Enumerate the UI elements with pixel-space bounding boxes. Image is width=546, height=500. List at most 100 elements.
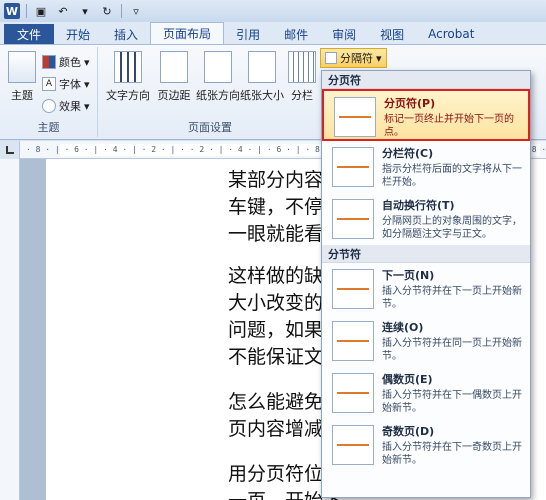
quick-access-toolbar: W ▣ ↶ ▾ ↻ ▿ <box>0 0 546 22</box>
effects-icon <box>42 99 56 113</box>
menu-item-page-break[interactable]: 分页符(P) 标记一页终止并开始下一页的点。 <box>322 89 530 141</box>
theme-colors-button[interactable]: 颜色 ▾ <box>42 53 90 71</box>
margins-button[interactable]: 页边距 <box>154 51 194 103</box>
theme-colors-label: 颜色 <box>59 56 81 69</box>
tab-mailings[interactable]: 邮件 <box>272 24 320 44</box>
margins-label: 页边距 <box>157 89 191 102</box>
breaks-button[interactable]: 分隔符 ▾ <box>320 48 387 68</box>
odd-page-break-icon <box>332 425 374 465</box>
menu-item-desc: 指示分栏符后面的文字将从下一栏开始。 <box>382 164 522 188</box>
menu-item-title: 分栏符(C) <box>382 147 434 160</box>
tab-view[interactable]: 视图 <box>368 24 416 44</box>
document-line: 怎么能避免 <box>228 391 324 413</box>
menu-item-title: 自动换行符(T) <box>382 199 455 212</box>
tab-references[interactable]: 引用 <box>224 24 272 44</box>
menu-item-title: 偶数页(E) <box>382 373 433 386</box>
ribbon-tabs: 文件 开始 插入 页面布局 引用 邮件 审阅 视图 Acrobat <box>0 22 546 44</box>
menu-item-next-page[interactable]: 下一页(N) 插入分节符并在下一页上开始新节。 <box>322 263 530 315</box>
menu-item-column-break[interactable]: 分栏符(C) 指示分栏符后面的文字将从下一栏开始。 <box>322 141 530 193</box>
size-icon <box>248 51 276 83</box>
chevron-down-icon: ▾ <box>376 51 382 65</box>
vertical-ruler[interactable] <box>0 159 20 500</box>
document-line: 一眼就能看 <box>228 223 324 245</box>
page-setup-group: 文字方向 页边距 纸张方向 纸张大小 分栏 页面设置 <box>100 47 320 137</box>
size-button[interactable]: 纸张大小 <box>240 51 284 103</box>
even-page-break-icon <box>332 373 374 413</box>
text-direction-icon <box>114 51 142 83</box>
tab-page-layout[interactable]: 页面布局 <box>150 22 225 44</box>
undo-dropdown-icon[interactable]: ▾ <box>77 3 93 19</box>
theme-effects-label: 效果 <box>59 100 81 113</box>
page-break-icon <box>334 97 376 137</box>
orientation-icon <box>204 51 232 83</box>
breaks-icon <box>325 52 337 64</box>
tab-insert[interactable]: 插入 <box>102 24 150 44</box>
save-icon[interactable]: ▣ <box>33 3 49 19</box>
document-line: 页内容增减 <box>228 418 324 440</box>
size-label: 纸张大小 <box>240 89 284 102</box>
document-line: 不能保证文 <box>228 346 324 368</box>
orientation-button[interactable]: 纸张方向 <box>196 51 240 103</box>
menu-item-odd-page[interactable]: 奇数页(D) 插入分节符并在下一奇数页上开始新节。 <box>322 419 530 471</box>
document-line: 车键，不停 <box>228 196 324 218</box>
document-line: 用分页符位 <box>228 463 324 485</box>
menu-item-title: 连续(O) <box>382 321 424 334</box>
orientation-label: 纸张方向 <box>196 89 240 102</box>
theme-fonts-button[interactable]: A 字体 ▾ <box>42 75 90 93</box>
document-line: 大小改变的 <box>228 292 324 314</box>
text-wrapping-break-icon <box>332 199 374 239</box>
breaks-menu: 分页符 分页符(P) 标记一页终止并开始下一页的点。 分栏符(C) 指示分栏符后… <box>321 70 531 498</box>
chevron-down-icon: ▾ <box>84 99 90 113</box>
menu-item-title: 分页符(P) <box>384 97 436 110</box>
menu-item-desc: 分隔网页上的对象周围的文字，如分隔题注文字与正文。 <box>382 216 522 240</box>
document-line: 这样做的缺 <box>228 265 324 287</box>
document-line: 某部分内容 <box>228 169 324 191</box>
columns-label: 分栏 <box>291 89 313 102</box>
column-break-icon <box>332 147 374 187</box>
menu-item-text-wrapping-break[interactable]: 自动换行符(T) 分隔网页上的对象周围的文字，如分隔题注文字与正文。 <box>322 193 530 245</box>
menu-item-desc: 标记一页终止并开始下一页的点。 <box>384 114 514 138</box>
themes-button[interactable]: 主题 <box>4 51 40 103</box>
menu-item-title: 奇数页(D) <box>382 425 435 438</box>
chevron-down-icon: ▾ <box>84 55 90 69</box>
theme-effects-button[interactable]: 效果 ▾ <box>42 97 90 115</box>
menu-item-desc: 插入分节符并在下一页上开始新节。 <box>382 286 522 310</box>
theme-fonts-label: 字体 <box>59 78 81 91</box>
tab-file[interactable]: 文件 <box>4 24 55 44</box>
document-line: 问题，如果 <box>228 319 324 341</box>
toolbar-divider <box>26 4 27 18</box>
word-logo-icon: W <box>4 3 20 19</box>
themes-group: 主题 颜色 ▾ A 字体 ▾ 效果 ▾ 主题 <box>0 47 98 137</box>
tab-acrobat[interactable]: Acrobat <box>416 24 486 44</box>
tab-stop-icon <box>5 146 14 154</box>
continuous-break-icon <box>332 321 374 361</box>
themes-icon <box>8 51 36 83</box>
columns-icon <box>288 51 316 83</box>
menu-item-desc: 插入分节符并在下一偶数页上开始新节。 <box>382 390 522 414</box>
section-breaks-header: 分节符 <box>322 245 530 263</box>
colors-icon <box>42 55 56 69</box>
page-setup-group-label: 页面设置 <box>188 121 232 134</box>
redo-icon[interactable]: ↻ <box>99 3 115 19</box>
page-breaks-header: 分页符 <box>322 71 530 89</box>
tab-review[interactable]: 审阅 <box>320 24 368 44</box>
customize-toolbar-icon[interactable]: ▿ <box>128 3 144 19</box>
fonts-icon: A <box>42 77 56 91</box>
next-page-break-icon <box>332 269 374 309</box>
undo-icon[interactable]: ↶ <box>55 3 71 19</box>
menu-item-title: 下一页(N) <box>382 269 435 282</box>
text-direction-button[interactable]: 文字方向 <box>104 51 152 103</box>
themes-button-label: 主题 <box>11 89 33 102</box>
menu-item-continuous[interactable]: 连续(O) 插入分节符并在同一页上开始新节。 <box>322 315 530 367</box>
margins-icon <box>160 51 188 83</box>
columns-button[interactable]: 分栏 <box>286 51 318 103</box>
tab-home[interactable]: 开始 <box>54 24 102 44</box>
text-direction-label: 文字方向 <box>106 89 150 102</box>
menu-item-even-page[interactable]: 偶数页(E) 插入分节符并在下一偶数页上开始新节。 <box>322 367 530 419</box>
breaks-button-label: 分隔符 <box>340 52 373 65</box>
ruler-tab-selector[interactable] <box>0 141 20 159</box>
chevron-down-icon: ▾ <box>84 77 90 91</box>
menu-item-desc: 插入分节符并在同一页上开始新节。 <box>382 338 522 362</box>
menu-item-desc: 插入分节符并在下一奇数页上开始新节。 <box>382 442 522 466</box>
themes-group-label: 主题 <box>37 121 60 134</box>
